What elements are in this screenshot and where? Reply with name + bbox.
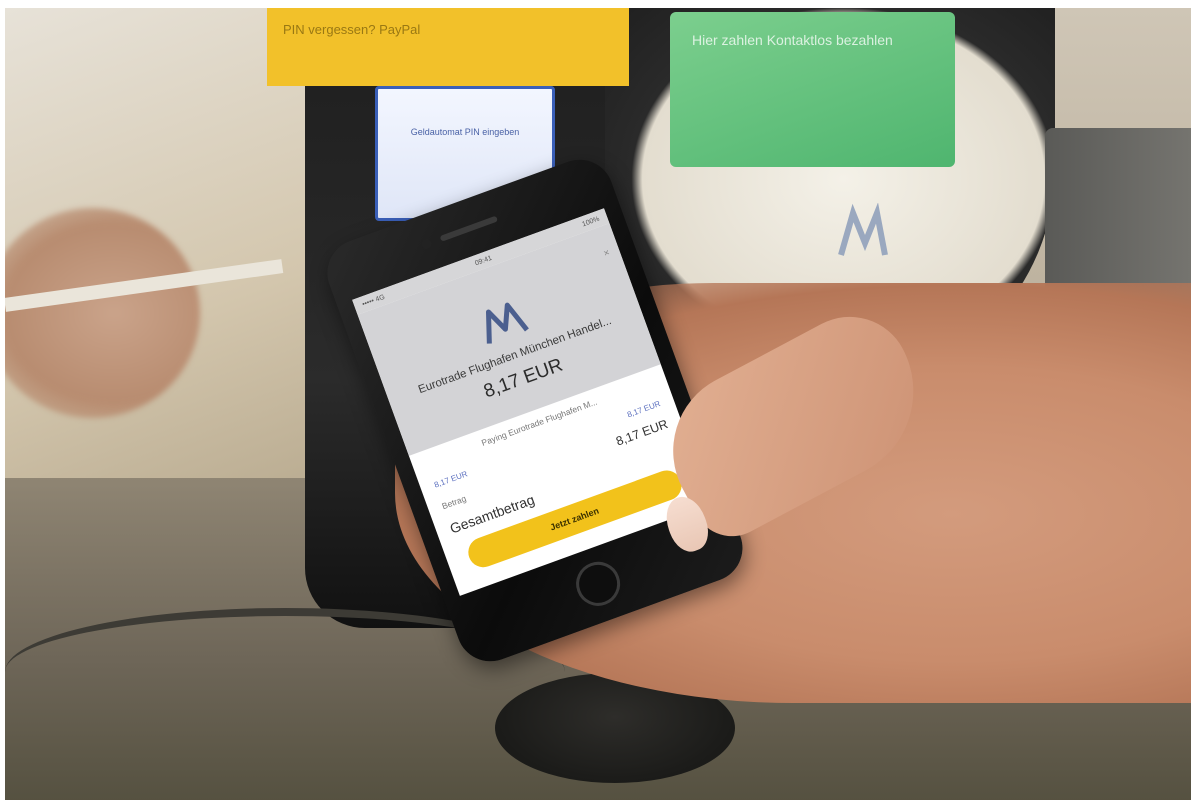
photo: Hier zahlen Kontaktlos bezahlen Geldauto… xyxy=(5,8,1191,800)
item-price-right: 8,17 EUR xyxy=(625,399,662,420)
item-price-left: 8,17 EUR xyxy=(433,469,469,490)
status-time: 09:41 xyxy=(473,254,493,267)
paypal-banner: PIN vergessen? PayPal xyxy=(267,8,629,86)
terminal-screen: Hier zahlen Kontaktlos bezahlen xyxy=(670,12,955,167)
merchant-logo-icon xyxy=(485,302,529,344)
betrag-label: Betrag xyxy=(440,493,468,512)
terminal-logo-icon xyxy=(838,203,888,256)
reader-screen-text: Geldautomat PIN eingeben xyxy=(410,127,520,137)
paypal-banner-text: PIN vergessen? PayPal xyxy=(283,22,421,37)
status-battery: 100% xyxy=(581,215,601,228)
terminal-screen-text: Hier zahlen Kontaktlos bezahlen xyxy=(692,32,893,48)
close-icon[interactable]: × xyxy=(602,247,611,259)
